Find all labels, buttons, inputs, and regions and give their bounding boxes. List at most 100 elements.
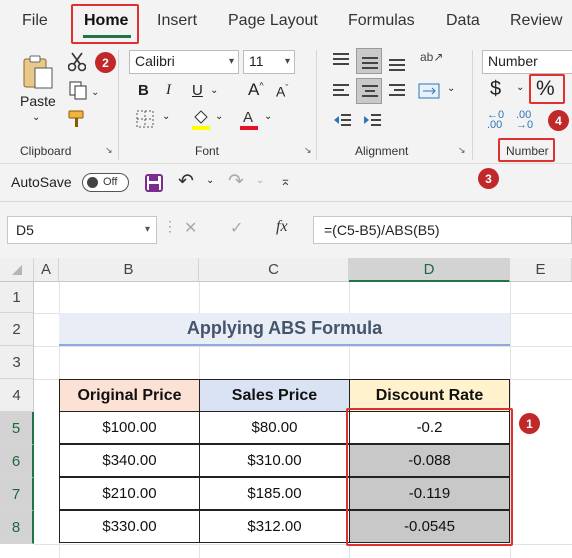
borders-icon[interactable] <box>134 108 156 130</box>
cell-discount-rate[interactable]: -0.088 <box>349 444 510 477</box>
chevron-down-icon[interactable]: ⌄ <box>162 111 170 122</box>
header-discount-rate[interactable]: Discount Rate <box>349 379 510 412</box>
clipboard-launcher-icon[interactable]: ↘ <box>105 145 113 156</box>
chevron-down-icon[interactable]: ⌄ <box>206 175 214 186</box>
column-header-a[interactable]: A <box>34 258 59 282</box>
copy-icon[interactable]: ⌄ <box>64 80 104 102</box>
header-sales-price[interactable]: Sales Price <box>199 379 350 412</box>
row-header-6[interactable]: 6 <box>0 445 34 478</box>
customize-toolbar-icon[interactable]: ⌅ <box>280 173 291 189</box>
toggle-state: Off <box>103 176 118 188</box>
font-name-dropdown[interactable]: Calibri ▾ <box>129 50 239 74</box>
row-header-1[interactable]: 1 <box>0 282 34 313</box>
tab-formulas[interactable]: Formulas <box>348 12 415 30</box>
tab-page-layout[interactable]: Page Layout <box>228 12 318 30</box>
separator <box>316 50 317 160</box>
chevron-down-icon[interactable]: ⌄ <box>256 175 264 186</box>
wrap-text-icon[interactable] <box>416 80 442 102</box>
bold-icon[interactable]: B <box>138 82 149 99</box>
top-align-icon[interactable] <box>328 48 354 74</box>
cell-original-price[interactable]: $210.00 <box>59 477 200 510</box>
autosave-toggle[interactable]: Off <box>82 173 129 192</box>
sheet-title[interactable]: Applying ABS Formula <box>59 313 510 346</box>
insert-function-icon[interactable]: fx <box>276 218 288 236</box>
gridline <box>510 282 511 558</box>
cell-original-price[interactable]: $340.00 <box>59 444 200 477</box>
row-header-3[interactable]: 3 <box>0 346 34 379</box>
decrease-font-icon[interactable]: Aˇ <box>276 83 288 100</box>
chevron-down-icon[interactable]: ⌄ <box>264 111 272 122</box>
fill-color-icon[interactable] <box>190 106 212 132</box>
decrease-decimal-icon[interactable]: .00 →0 <box>516 110 533 131</box>
row-header-8[interactable]: 8 <box>0 511 34 544</box>
column-header-c[interactable]: C <box>199 258 349 282</box>
cell-sales-price[interactable]: $312.00 <box>199 510 350 543</box>
column-header-e[interactable]: E <box>510 258 572 282</box>
undo-icon[interactable]: ↶ <box>178 170 194 193</box>
alignment-group-label: Alignment <box>355 144 409 158</box>
formula-input[interactable]: =(C5-B5)/ABS(B5) <box>313 216 572 244</box>
chevron-down-icon[interactable]: ⌄ <box>516 82 524 93</box>
cell-discount-rate-active[interactable]: -0.2 <box>349 411 510 444</box>
row-header-2[interactable]: 2 <box>0 313 34 346</box>
increase-font-icon[interactable]: A^ <box>248 80 264 100</box>
decrease-indent-icon[interactable] <box>330 110 354 130</box>
cell-sales-price[interactable]: $185.00 <box>199 477 350 510</box>
format-painter-icon[interactable] <box>64 108 90 130</box>
redo-icon[interactable]: ↷ <box>228 170 244 193</box>
tab-review[interactable]: Review <box>510 12 562 30</box>
chevron-down-icon[interactable]: ⌄ <box>210 85 218 96</box>
ribbon-tabs: File Home Insert Page Layout Formulas Da… <box>0 0 572 46</box>
cell-discount-rate[interactable]: -0.0545 <box>349 510 510 543</box>
row-header-4[interactable]: 4 <box>0 379 34 412</box>
row-header-5[interactable]: 5 <box>0 412 34 445</box>
font-color-icon[interactable]: A <box>238 106 260 132</box>
cell-sales-price[interactable]: $310.00 <box>199 444 350 477</box>
gridline <box>34 544 572 545</box>
cell-original-price[interactable]: $330.00 <box>59 510 200 543</box>
bottom-align-icon[interactable] <box>384 48 410 74</box>
quick-access-toolbar: AutoSave Off ↶ ⌄ ↷ ⌄ ⌅ 3 <box>0 164 572 202</box>
cancel-icon[interactable]: ✕ <box>184 218 197 238</box>
paste-icon[interactable] <box>18 52 58 92</box>
underline-icon[interactable]: U <box>192 82 203 99</box>
separator <box>118 50 119 160</box>
increase-indent-icon[interactable] <box>360 110 384 130</box>
header-original-price[interactable]: Original Price <box>59 379 200 412</box>
tab-insert[interactable]: Insert <box>157 12 197 30</box>
paste-chevron-icon[interactable]: ⌄ <box>32 112 40 123</box>
enter-icon[interactable]: ✓ <box>230 218 243 238</box>
currency-icon[interactable]: $ <box>490 78 501 101</box>
column-header-b[interactable]: B <box>59 258 199 282</box>
cell-sales-price[interactable]: $80.00 <box>199 411 350 444</box>
cell-discount-rate[interactable]: -0.119 <box>349 477 510 510</box>
save-icon[interactable] <box>143 172 165 194</box>
alignment-launcher-icon[interactable]: ↘ <box>458 145 466 156</box>
percent-style-icon[interactable]: % <box>536 77 555 101</box>
name-box[interactable]: D5 ▾ <box>7 216 157 244</box>
chevron-down-icon: ▾ <box>144 224 150 235</box>
tab-data[interactable]: Data <box>446 12 480 30</box>
paste-label[interactable]: Paste <box>20 93 56 109</box>
cell-original-price[interactable]: $100.00 <box>59 411 200 444</box>
select-all-corner[interactable] <box>0 258 34 282</box>
font-size-dropdown[interactable]: 11 ▾ <box>243 50 295 74</box>
number-group-label[interactable]: Number <box>506 144 549 158</box>
chevron-down-icon[interactable]: ⌄ <box>447 83 455 94</box>
align-right-icon[interactable] <box>384 78 410 104</box>
align-left-icon[interactable] <box>328 78 354 104</box>
orientation-icon[interactable]: ab↗ <box>420 50 443 64</box>
increase-decimal-icon[interactable]: ←0.00 <box>487 110 504 131</box>
row-header-7[interactable]: 7 <box>0 478 34 511</box>
middle-align-icon[interactable] <box>356 48 382 74</box>
font-launcher-icon[interactable]: ↘ <box>304 145 312 156</box>
tab-file[interactable]: File <box>22 12 48 30</box>
number-format-dropdown[interactable]: Number <box>482 50 572 74</box>
chevron-down-icon: ▾ <box>284 56 290 67</box>
cut-icon[interactable] <box>64 51 90 73</box>
italic-icon[interactable]: I <box>166 82 171 99</box>
align-center-icon[interactable] <box>356 78 382 104</box>
column-header-d[interactable]: D <box>349 258 510 282</box>
chevron-down-icon[interactable]: ⌄ <box>215 111 223 122</box>
tab-home[interactable]: Home <box>84 12 128 30</box>
